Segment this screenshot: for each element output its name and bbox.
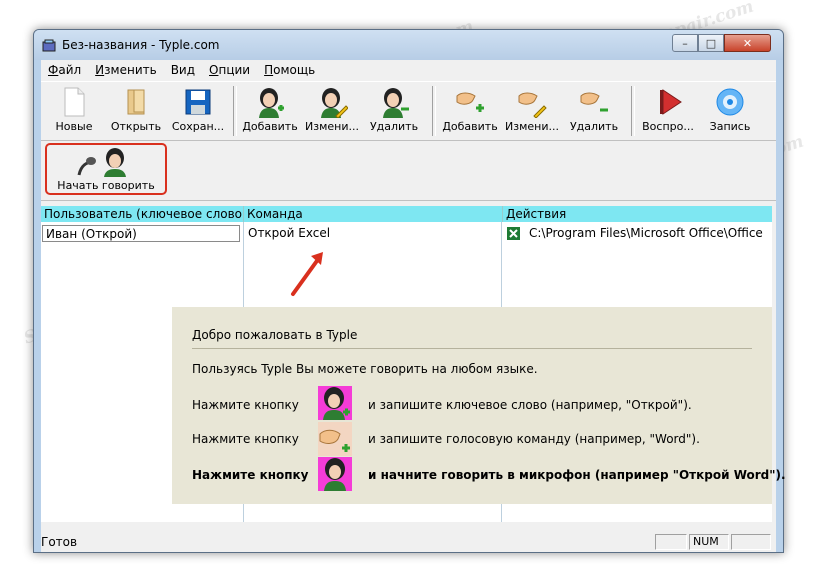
- record-button[interactable]: Запись: [699, 85, 761, 137]
- record-disc-icon: [716, 88, 744, 116]
- minimize-button[interactable]: –: [672, 34, 698, 52]
- column-header-user[interactable]: Пользователь (ключевое слово): [41, 206, 244, 222]
- new-button[interactable]: Новые: [43, 85, 105, 137]
- delete-command-hand-icon: [580, 92, 608, 112]
- column-header-actions[interactable]: Действия: [503, 206, 772, 222]
- add-user-button[interactable]: Добавить: [239, 85, 301, 137]
- floppy-disk-icon: [185, 89, 211, 115]
- step1-prefix: Нажмите кнопку: [192, 398, 299, 412]
- start-speaking-button[interactable]: Начать говорить: [45, 143, 167, 195]
- edit-user-button[interactable]: Измени...: [301, 85, 363, 137]
- close-button[interactable]: ✕: [724, 34, 771, 52]
- edit-user-icon: [321, 88, 348, 118]
- add-command-hand-icon: [456, 92, 484, 112]
- play-icon: [660, 89, 682, 115]
- status-panel-empty: [731, 534, 771, 550]
- add-user-icon: [259, 88, 284, 118]
- toolbar-separator: [432, 86, 436, 136]
- step1-text: и запишите ключевое слово (например, "От…: [368, 398, 692, 412]
- app-icon: [42, 39, 56, 52]
- play-button[interactable]: Воспро...: [637, 85, 699, 137]
- delete-command-button[interactable]: Удалить: [563, 85, 625, 137]
- annotation-arrow-icon: [291, 252, 323, 296]
- menu-options[interactable]: Опции: [202, 63, 257, 77]
- menu-view[interactable]: Вид: [164, 63, 202, 77]
- edit-command-button[interactable]: Измени...: [501, 85, 563, 137]
- welcome-intro: Пользуясь Typle Вы можете говорить на лю…: [192, 362, 538, 376]
- status-text: Готов: [41, 535, 78, 549]
- menu-bar: Файл Изменить Вид Опции Помощь: [41, 60, 776, 80]
- column-header-command[interactable]: Команда: [244, 206, 503, 222]
- save-button[interactable]: Сохран...: [167, 85, 229, 137]
- user-cell[interactable]: Иван (Открой): [42, 225, 240, 242]
- grid-header: Пользователь (ключевое слово) Команда Де…: [41, 206, 772, 222]
- toolbar-separator: [233, 86, 237, 136]
- welcome-title: Добро пожаловать в Typle: [192, 328, 358, 342]
- add-command-button[interactable]: Добавить: [439, 85, 501, 137]
- open-button[interactable]: Открыть: [105, 85, 167, 137]
- delete-user-icon: [383, 88, 409, 118]
- title-bar[interactable]: Без-названия - Typle.com – □ ✕: [34, 30, 783, 60]
- action-cell[interactable]: C:\Program Files\Microsoft Office\Office: [507, 225, 771, 242]
- microphone-face-icon: [77, 148, 126, 177]
- menu-edit[interactable]: Изменить: [88, 63, 164, 77]
- add-user-icon: [318, 386, 352, 420]
- add-command-hand-icon: [318, 422, 352, 456]
- action-path: C:\Program Files\Microsoft Office\Office: [529, 226, 763, 240]
- status-num-indicator: NUM: [689, 534, 729, 550]
- toolbar-separator: [631, 86, 635, 136]
- welcome-divider: [192, 348, 752, 349]
- delete-user-button[interactable]: Удалить: [363, 85, 425, 137]
- start-speaking-face-icon: [318, 457, 352, 491]
- step2-prefix: Нажмите кнопку: [192, 432, 299, 446]
- edit-command-hand-icon: [518, 92, 547, 118]
- status-bar: Готов NUM: [41, 532, 776, 552]
- maximize-button[interactable]: □: [698, 34, 724, 52]
- folder-open-icon: [127, 89, 145, 115]
- secondary-toolbar: Начать говорить: [41, 140, 776, 201]
- main-toolbar: Новые Открыть Сохран... Добавить Измени.…: [41, 81, 776, 141]
- window-title: Без-названия - Typle.com: [62, 38, 220, 52]
- welcome-panel: Добро пожаловать в Typle Пользуясь Typle…: [172, 307, 786, 504]
- menu-file[interactable]: Файл: [41, 63, 88, 77]
- excel-icon: [507, 227, 520, 240]
- command-cell[interactable]: Открой Excel: [248, 225, 498, 242]
- step3-text: и начните говорить в микрофон (например …: [368, 468, 786, 482]
- step2-text: и запишите голосовую команду (например, …: [368, 432, 700, 446]
- status-panel-empty: [655, 534, 687, 550]
- new-document-icon: [64, 87, 85, 117]
- step3-prefix: Нажмите кнопку: [192, 468, 309, 482]
- menu-help[interactable]: Помощь: [257, 63, 322, 77]
